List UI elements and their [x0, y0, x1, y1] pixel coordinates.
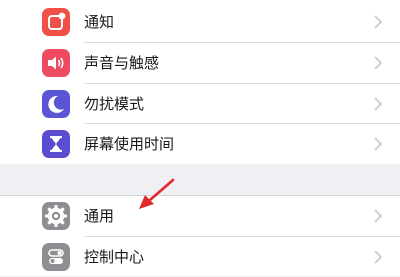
settings-row-general[interactable]: 通用 — [0, 196, 400, 236]
settings-row-label: 声音与触感 — [84, 54, 160, 72]
settings-row-screen-time[interactable]: 屏幕使用时间 — [0, 124, 400, 164]
moon-icon — [42, 90, 70, 118]
chevron-right-icon — [374, 15, 382, 29]
settings-row-label: 控制中心 — [84, 248, 145, 266]
chevron-right-icon — [374, 250, 382, 264]
chevron-right-icon — [374, 137, 382, 151]
settings-group-1: 通知 声音与触感 勿扰模式 屏幕使用时间 — [0, 0, 400, 164]
hourglass-icon — [42, 130, 70, 158]
gear-icon — [42, 202, 70, 230]
settings-row-label: 屏幕使用时间 — [84, 135, 175, 153]
settings-row-do-not-disturb[interactable]: 勿扰模式 — [0, 84, 400, 124]
sounds-icon — [42, 49, 70, 77]
settings-row-notifications[interactable]: 通知 — [0, 2, 400, 42]
chevron-right-icon — [374, 97, 382, 111]
chevron-right-icon — [374, 209, 382, 223]
settings-row-label: 勿扰模式 — [84, 95, 145, 113]
settings-row-label: 通用 — [84, 207, 115, 225]
settings-row-label: 通知 — [84, 13, 115, 31]
chevron-right-icon — [374, 56, 382, 70]
settings-row-sounds[interactable]: 声音与触感 — [0, 43, 400, 83]
settings-group-2: 通用 控制中心 — [0, 195, 400, 276]
settings-row-control-center[interactable]: 控制中心 — [0, 237, 400, 277]
toggles-icon — [42, 243, 70, 271]
notifications-icon — [42, 8, 70, 36]
